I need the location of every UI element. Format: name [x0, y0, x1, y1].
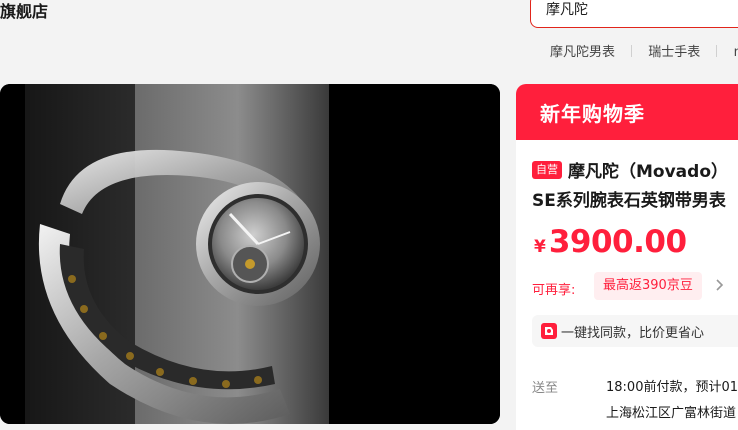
- shipping-label: 送至: [532, 381, 559, 396]
- product-title-line-2: SE系列腕表石英钢带男表: [532, 191, 726, 211]
- hot-word-3[interactable]: m: [734, 45, 738, 60]
- hot-search-words: 摩凡陀男表 瑞士手表 m: [550, 41, 738, 60]
- self-operated-badge: 自营: [532, 161, 562, 179]
- hot-word-1[interactable]: 摩凡陀男表: [550, 41, 615, 60]
- price-value: 3900.00: [548, 224, 687, 260]
- find-similar-bar[interactable]: 一键找同款，比价更省心: [532, 315, 738, 347]
- search-input[interactable]: [546, 1, 736, 17]
- product-title-line-1: 摩凡陀（Movado）: [568, 162, 728, 182]
- store-name[interactable]: 旗舰店: [0, 0, 48, 22]
- shipping-estimate: 18:00前付款，预计01: [606, 380, 738, 395]
- divider: [631, 45, 633, 57]
- jingdou-rebate-chip[interactable]: 最高返390京豆: [594, 272, 702, 300]
- product-info-panel: 自营 摩凡陀（Movado） SE系列腕表石英钢带男表 ¥3900.00 可再享…: [516, 140, 738, 430]
- hot-word-2[interactable]: 瑞士手表: [648, 41, 700, 60]
- find-similar-icon: [541, 323, 557, 339]
- benefit-label: 可再享:: [532, 283, 576, 298]
- divider: [716, 45, 718, 57]
- product-price: ¥3900.00: [534, 224, 687, 260]
- chevron-right-icon[interactable]: [712, 278, 726, 292]
- find-similar-text: 一键找同款，比价更省心: [561, 326, 705, 341]
- search-box[interactable]: [530, 0, 738, 28]
- currency-symbol: ¥: [534, 237, 546, 257]
- promo-title: 新年购物季: [540, 102, 645, 126]
- watch-photo: [0, 84, 500, 424]
- product-gallery[interactable]: [0, 84, 500, 424]
- shipping-address[interactable]: 上海松江区广富林街道: [606, 402, 736, 421]
- promo-header: 新年购物季: [516, 84, 738, 140]
